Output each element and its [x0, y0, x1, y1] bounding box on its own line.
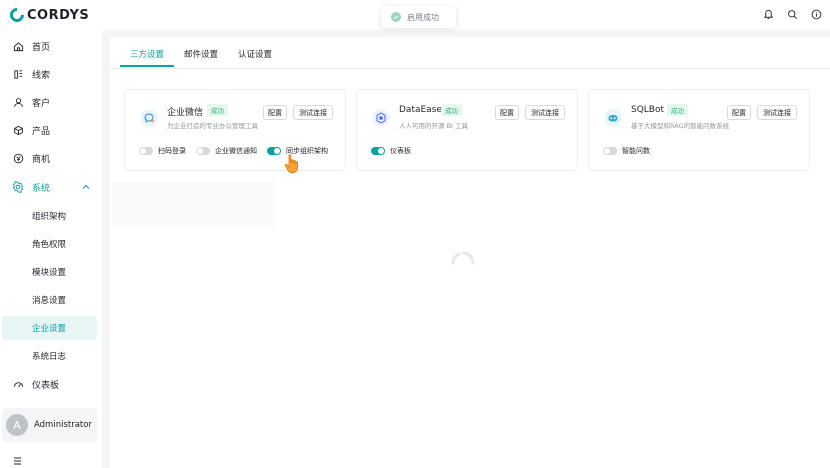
toggle-label: 扫码登录 [158, 147, 186, 155]
config-button[interactable]: 配置 [495, 105, 519, 120]
wecom-icon [139, 108, 159, 128]
sidebar-item-label: 产品 [32, 126, 51, 137]
test-connection-button[interactable]: 测试连接 [293, 105, 333, 120]
box-icon [12, 124, 24, 136]
toggle-label: 仪表板 [390, 147, 411, 155]
dataease-icon [371, 108, 391, 128]
sidebar-item-label: 仪表板 [32, 380, 60, 391]
sidebar-subitem-logs[interactable]: 系统日志 [0, 344, 102, 368]
tab-divider [110, 68, 830, 69]
sidebar-item-customer[interactable]: 客户 [0, 90, 102, 114]
dashboard-icon [12, 378, 24, 390]
switch-on[interactable] [267, 147, 281, 155]
sidebar-subitem-messages[interactable]: 消息设置 [0, 288, 102, 312]
user-profile[interactable]: A Administrator [2, 408, 97, 442]
sqlbot-icon [603, 108, 623, 128]
loading-spinner-icon [451, 251, 475, 265]
sidebar-subitem-org[interactable]: 组织架构 [0, 204, 102, 228]
cordys-logo-icon [7, 5, 27, 25]
leads-icon [12, 68, 24, 80]
sidebar: 首页 线索 客户 产品 商机 系统 组织架构 角色权限 模块设置 消息设置 企业… [0, 30, 102, 468]
sidebar-item-opportunity[interactable]: 商机 [0, 146, 102, 170]
opportunity-icon [12, 152, 24, 164]
settings-tabs: 三方设置 邮件设置 认证设置 [120, 45, 282, 67]
integration-card-wecom: 企业微信 成功 为企业打造的专业办公管理工具 配置 测试连接 扫码登录 企业微信… [124, 89, 346, 171]
card-description: 基于大模型和RAG的智能问数系统 [631, 122, 730, 130]
settings-icon [12, 181, 24, 193]
config-button[interactable]: 配置 [727, 105, 751, 120]
card-title: DataEase [399, 105, 442, 115]
success-check-icon [391, 12, 401, 22]
switch-off[interactable] [196, 147, 210, 155]
toggle-row: 智能问数 [603, 146, 650, 156]
sidebar-item-system[interactable]: 系统 [0, 175, 102, 199]
brand-name: CORDYS [27, 7, 90, 23]
tab-auth[interactable]: 认证设置 [228, 45, 282, 67]
sidebar-item-label: 首页 [32, 42, 51, 53]
status-badge: 成功 [207, 104, 228, 116]
toggle-smart-query[interactable]: 智能问数 [603, 146, 650, 156]
card-title: 企业微信 [167, 108, 204, 118]
sidebar-subitem-modules[interactable]: 模块设置 [0, 260, 102, 284]
home-icon [12, 40, 24, 52]
integration-card-dataease: DataEase 成功 人人可用的开源 BI 工具 配置 测试连接 仪表板 [356, 89, 578, 171]
sidebar-item-label: 系统 [32, 183, 51, 194]
search-icon[interactable] [786, 8, 798, 20]
sidebar-item-label: 商机 [32, 154, 51, 165]
integration-card-sqlbot: SQLBot 成功 基于大模型和RAG的智能问数系统 配置 测试连接 智能问数 [588, 89, 810, 171]
toggle-wecom-notify[interactable]: 企业微信通知 [196, 146, 257, 156]
sidebar-item-product[interactable]: 产品 [0, 118, 102, 142]
switch-off[interactable] [603, 147, 617, 155]
status-badge: 成功 [441, 104, 462, 116]
switch-on[interactable] [371, 147, 385, 155]
toggle-scan-login[interactable]: 扫码登录 [139, 146, 186, 156]
user-name: Administrator [34, 420, 92, 430]
toggle-label: 企业微信通知 [215, 147, 257, 155]
sidebar-item-dashboard[interactable]: 仪表板 [0, 372, 102, 396]
brand-logo[interactable]: CORDYS [7, 5, 90, 25]
loading-placeholder [112, 182, 275, 227]
sidebar-item-home[interactable]: 首页 [0, 34, 102, 58]
switch-off[interactable] [139, 147, 153, 155]
tab-third-party[interactable]: 三方设置 [120, 45, 175, 67]
success-toast: 启用成功 [381, 6, 456, 28]
toggle-dashboard[interactable]: 仪表板 [371, 146, 411, 156]
toast-message: 启用成功 [407, 12, 439, 22]
test-connection-button[interactable]: 测试连接 [525, 105, 565, 120]
sidebar-subitem-roles[interactable]: 角色权限 [0, 232, 102, 256]
customer-icon [12, 96, 24, 108]
hand-cursor-icon [284, 154, 298, 174]
tab-email[interactable]: 邮件设置 [174, 45, 228, 67]
sidebar-item-label: 客户 [32, 98, 51, 109]
config-button[interactable]: 配置 [263, 105, 287, 120]
avatar: A [6, 414, 28, 436]
card-description: 人人可用的开源 BI 工具 [399, 122, 469, 130]
card-description: 为企业打造的专业办公管理工具 [167, 122, 258, 130]
sidebar-item-label: 线索 [32, 70, 51, 81]
toggle-row: 仪表板 [371, 146, 411, 156]
test-connection-button[interactable]: 测试连接 [757, 105, 797, 120]
sidebar-subitem-enterprise[interactable]: 企业设置 [2, 316, 97, 340]
sidebar-item-leads[interactable]: 线索 [0, 62, 102, 86]
chevron-up-icon [82, 183, 90, 193]
collapse-sidebar-icon[interactable] [12, 456, 22, 466]
status-badge: 成功 [667, 104, 688, 116]
card-title: SQLBot [631, 105, 665, 115]
bell-icon[interactable] [762, 8, 774, 20]
info-icon[interactable] [810, 8, 822, 20]
toggle-label: 智能问数 [622, 147, 650, 155]
